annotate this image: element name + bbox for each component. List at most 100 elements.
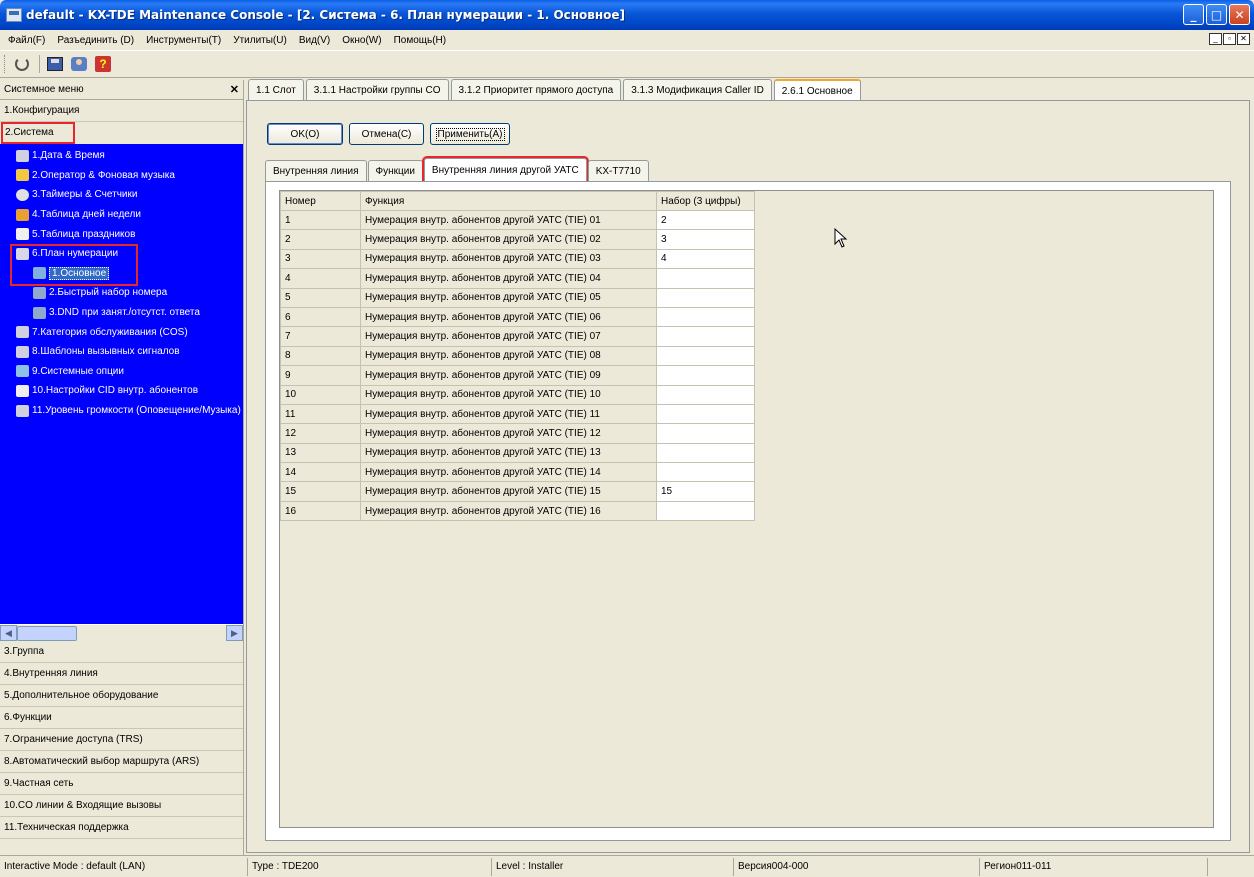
row-number-cell: 9 [280, 365, 361, 386]
app-icon [6, 8, 22, 22]
mdi-restore-button[interactable]: ▫ [1223, 33, 1236, 45]
clock-icon [16, 188, 29, 201]
user-button[interactable] [68, 53, 90, 75]
tree-item-ring-patterns[interactable]: 8.Шаблоны вызывных сигналов [0, 342, 243, 362]
tab-slot[interactable]: 1.1 Слот [248, 79, 304, 100]
calendar-icon [16, 208, 29, 221]
tab-caller-id-modification[interactable]: 3.1.3 Модификация Caller ID [623, 79, 772, 100]
tree-item-volume[interactable]: 11.Уровень громкости (Оповещение/Музыка) [0, 401, 243, 421]
row-dial-cell[interactable] [656, 365, 755, 386]
mdi-minimize-button[interactable]: _ [1209, 33, 1222, 45]
menu-view[interactable]: Вид(V) [299, 35, 330, 46]
close-button[interactable]: ✕ [1229, 4, 1250, 25]
tree-item-operator-music[interactable]: 2.Оператор & Фоновая музыка [0, 166, 243, 186]
row-dial-cell[interactable] [656, 384, 755, 405]
row-function-cell: Нумерация внутр. абонентов другой УАТС (… [360, 365, 657, 386]
tree-item-cos[interactable]: 7.Категория обслуживания (COS) [0, 322, 243, 342]
scroll-thumb[interactable] [17, 626, 77, 641]
section-trs[interactable]: 7.Ограничение доступа (TRS) [0, 729, 243, 751]
section-maintenance[interactable]: 11.Техническая поддержка [0, 817, 243, 839]
refresh-icon [15, 57, 29, 71]
row-dial-cell[interactable] [656, 403, 755, 425]
help-icon: ? [95, 56, 111, 72]
help-button[interactable]: ? [92, 53, 114, 75]
menu-window[interactable]: Окно(W) [342, 35, 381, 46]
maximize-button[interactable]: □ [1206, 4, 1227, 25]
section-private-network[interactable]: 9.Частная сеть [0, 773, 243, 795]
row-dial-cell[interactable] [656, 500, 755, 522]
system-menu-panel: Системное меню ✕ 1.Конфигурация 2.Систем… [0, 80, 244, 855]
section-configuration[interactable]: 1.Конфигурация [0, 100, 243, 122]
row-dial-cell[interactable] [656, 326, 755, 347]
row-dial-cell[interactable] [656, 423, 755, 444]
tree-item-week-table[interactable]: 4.Таблица дней недели [0, 205, 243, 225]
tree-item-cid-settings[interactable]: 10.Настройки CID внутр. абонентов [0, 381, 243, 401]
row-dial-cell[interactable] [656, 345, 755, 367]
tree-item-holidays[interactable]: 5.Таблица праздников [0, 224, 243, 244]
calendar-icon [16, 228, 29, 241]
status-bar: Interactive Mode : default (LAN) Type : … [0, 855, 1254, 877]
ok-button[interactable]: OK(O) [267, 123, 343, 145]
scroll-right-icon[interactable]: ▶ [226, 625, 243, 641]
section-co-lines[interactable]: 10.CO линии & Входящие вызовы [0, 795, 243, 817]
section-extension[interactable]: 4.Внутренняя линия [0, 663, 243, 685]
tree-item-system-options[interactable]: 9.Системные опции [0, 362, 243, 382]
row-dial-cell[interactable] [656, 268, 755, 289]
subtab-features[interactable]: Функции [367, 160, 423, 181]
menu-file[interactable]: Файл(F) [8, 35, 45, 46]
subtab-kx-t7710[interactable]: KX-T7710 [587, 160, 649, 181]
scroll-left-icon[interactable]: ◀ [0, 625, 17, 641]
table-row: 2 Нумерация внутр. абонентов другой УАТС … [280, 229, 755, 250]
tab-direct-access-priority[interactable]: 3.1.2 Приоритет прямого доступа [450, 79, 622, 100]
section-ars[interactable]: 8.Автоматический выбор маршрута (ARS) [0, 751, 243, 773]
menu-help[interactable]: Помощь(H) [394, 35, 447, 46]
save-button[interactable] [44, 53, 66, 75]
tree-item-speed-dial[interactable]: 2.Быстрый набор номера [0, 283, 243, 303]
title-bar[interactable]: default - KX-TDE Maintenance Console - [… [0, 0, 1254, 30]
row-number-cell: 2 [280, 229, 361, 250]
section-features[interactable]: 6.Функции [0, 707, 243, 729]
section-optional-equipment[interactable]: 5.Дополнительное оборудование [0, 685, 243, 707]
row-dial-cell[interactable] [656, 462, 755, 483]
tree-item-date-time[interactable]: 1.Дата & Время [0, 146, 243, 166]
tab-main[interactable]: 2.6.1 Основное [773, 79, 861, 101]
tab-co-group-settings[interactable]: 3.1.1 Настройки группы CO [305, 79, 449, 100]
phone-icon [33, 306, 46, 319]
close-icon[interactable]: ✕ [230, 83, 239, 96]
tree-horizontal-scrollbar[interactable]: ◀ ▶ [0, 624, 243, 641]
section-group[interactable]: 3.Группа [0, 641, 243, 663]
tree-item-timers[interactable]: 3.Таймеры & Счетчики [0, 185, 243, 205]
row-number-cell: 7 [280, 326, 361, 347]
menu-utilities[interactable]: Утилиты(U) [233, 35, 287, 46]
row-dial-cell[interactable] [656, 287, 755, 308]
phonebook-icon [16, 384, 29, 397]
numbering-plan-highlight [10, 244, 138, 286]
section-system[interactable]: 2.Система [1, 122, 75, 144]
row-dial-cell[interactable] [656, 442, 755, 464]
menu-tools[interactable]: Инструменты(T) [146, 35, 221, 46]
system-menu-header: Системное меню ✕ [0, 80, 243, 100]
column-header-dial[interactable]: Набор (3 цифры) [656, 191, 755, 211]
column-header-function[interactable]: Функция [360, 191, 657, 211]
row-number-cell: 3 [280, 248, 361, 270]
row-dial-cell[interactable]: 2 [656, 209, 755, 231]
column-header-number[interactable]: Номер [280, 191, 361, 211]
row-dial-cell[interactable]: 3 [656, 229, 755, 250]
refresh-button[interactable] [11, 53, 33, 75]
menu-disconnect[interactable]: Разъединить (D) [57, 35, 134, 46]
subtab-other-pbx-extension[interactable]: Внутренняя линия другой УАТС [421, 156, 589, 183]
main-content: OK(O) Отмена(C) Применить(A) Внутренняя … [246, 100, 1250, 853]
apply-button[interactable]: Применить(A) [430, 123, 510, 145]
row-dial-cell[interactable]: 4 [656, 248, 755, 270]
mdi-close-button[interactable]: ✕ [1237, 33, 1250, 45]
row-dial-cell[interactable]: 15 [656, 481, 755, 502]
toolbar-grip[interactable] [4, 55, 7, 73]
row-number-cell: 14 [280, 462, 361, 483]
operator-icon [16, 169, 29, 182]
row-dial-cell[interactable] [656, 306, 755, 328]
minimize-button[interactable]: _ [1183, 4, 1204, 25]
cancel-button[interactable]: Отмена(C) [349, 123, 424, 145]
tree-item-dnd[interactable]: 3.DND при занят./отсутст. ответа [0, 303, 243, 323]
subtab-extension[interactable]: Внутренняя линия [265, 160, 367, 181]
row-function-cell: Нумерация внутр. абонентов другой УАТС (… [360, 345, 657, 367]
